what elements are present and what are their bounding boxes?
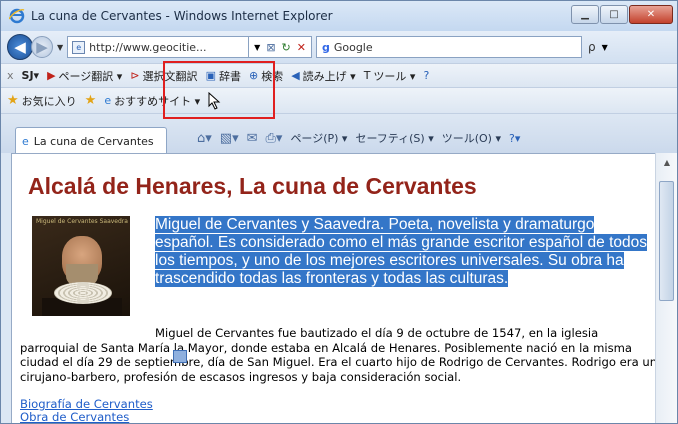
speaker-icon: ◀ (291, 69, 300, 82)
read-aloud-label: 読み上げ ▾ (302, 69, 356, 83)
forward-button[interactable]: ▶ (31, 36, 53, 58)
favorites-bar: ★ お気に入り ★ e おすすめサイト ▾ (1, 87, 677, 113)
page-menu[interactable]: ページ(P) ▾ (290, 130, 347, 146)
page-content: Alcalá de Henares, La cuna de Cervantes … (11, 153, 665, 424)
cervantes-portrait: Miguel de Cervantes Saavedra (32, 216, 130, 316)
scroll-up-icon[interactable]: ▲ (656, 153, 677, 171)
search-box[interactable]: g Google (315, 36, 582, 58)
page-translate-button[interactable]: ▶ ページ翻訳 ▾ (47, 68, 122, 84)
tools-button[interactable]: T ツール ▾ (364, 68, 416, 84)
ie-small-icon: e (104, 94, 112, 107)
tab-bar: e La cuna de Cervantes ⌂▾ ▧▾ ✉ ⎙▾ ページ(P)… (1, 113, 677, 154)
page-title: Alcalá de Henares, La cuna de Cervantes (28, 173, 477, 199)
command-bar: ⌂▾ ▧▾ ✉ ⎙▾ ページ(P) ▾ セーフティ(S) ▾ ツール(O) ▾ … (197, 130, 520, 146)
safety-menu[interactable]: セーフティ(S) ▾ (355, 130, 433, 146)
stop-icon[interactable]: ✕ (297, 41, 306, 54)
vertical-scrollbar[interactable]: ▲ (655, 153, 677, 423)
browser-window: La cuna de Cervantes - Windows Internet … (0, 0, 678, 424)
minimize-button[interactable]: ▁ (571, 5, 599, 24)
portrait-caption: Miguel de Cervantes Saavedra (36, 218, 128, 225)
read-aloud-button[interactable]: ◀ 読み上げ ▾ (291, 68, 356, 84)
scroll-thumb[interactable] (659, 181, 674, 301)
help-button[interactable]: ? (423, 69, 429, 82)
selected-text-content: Miguel de Cervantes y Saavedra. Poeta, n… (155, 216, 647, 287)
help-icon: ? (423, 69, 430, 82)
address-dropdown-icon[interactable]: ▼ (254, 43, 260, 52)
link-obra[interactable]: Obra de Cervantes (20, 411, 153, 424)
compatibility-icon[interactable]: ⊠ (266, 41, 275, 54)
translation-toolbar: x SJ▾ ▶ ページ翻訳 ▾ ⊳ 選択文翻訳 ▣ 辞書 ⊕ 検索 ◀ 読み上げ ▾ Tツ… (1, 63, 677, 87)
tools-label: ツール ▾ (373, 69, 416, 83)
tools-icon: T (363, 69, 371, 82)
google-logo-icon: g (321, 40, 330, 54)
highlight-callout-box (163, 61, 275, 119)
address-field[interactable]: e http://www.geocitie... (67, 36, 250, 58)
close-button[interactable]: ✕ (629, 5, 673, 24)
mouse-cursor-icon (208, 92, 221, 110)
translate-icon: ⊳ (130, 69, 140, 82)
page-translate-label: ページ翻訳 ▾ (58, 69, 123, 83)
favorites-label: お気に入り (21, 94, 77, 108)
translate-selection-icon[interactable] (173, 350, 187, 363)
home-icon[interactable]: ⌂▾ (197, 131, 212, 146)
title-bar: La cuna de Cervantes - Windows Internet … (1, 1, 677, 31)
mail-icon[interactable]: ✉ (247, 131, 258, 146)
sj-button[interactable]: SJ▾ (22, 69, 40, 82)
search-dropdown-icon[interactable]: ▼ (602, 43, 608, 52)
address-bar-row: ◀ ▶ ▼ e http://www.geocitie... ▼ ⊠ ↻ ✕ g… (1, 31, 677, 63)
back-button[interactable]: ◀ (7, 34, 33, 60)
feeds-icon[interactable]: ▧▾ (220, 131, 239, 146)
help-menu[interactable]: ?▾ (509, 132, 520, 145)
window-title: La cuna de Cervantes - Windows Internet … (31, 9, 333, 23)
ie-logo-icon (9, 8, 25, 24)
tab-label: La cuna de Cervantes (33, 134, 154, 148)
favorites-star-icon: ★ (7, 93, 19, 108)
print-icon[interactable]: ⎙▾ (266, 131, 283, 146)
search-icon[interactable]: ρ (588, 40, 596, 54)
page-icon: e (72, 40, 86, 54)
arrow-icon: ▶ (47, 69, 56, 82)
tools-menu[interactable]: ツール(O) ▾ (442, 130, 501, 146)
refresh-icon[interactable]: ↻ (282, 41, 291, 54)
body-paragraph: Miguel de Cervantes fue bautizado el día… (20, 326, 658, 384)
tab-ie-icon: e (22, 134, 29, 148)
search-engine-name: Google (333, 40, 373, 54)
selected-text[interactable]: Miguel de Cervantes y Saavedra. Poeta, n… (155, 216, 655, 288)
sj-label: SJ▾ (21, 69, 40, 82)
address-url: http://www.geocitie... (89, 40, 207, 54)
toolbar-close-button[interactable]: x (7, 69, 14, 82)
add-favorite-icon[interactable]: ★ (85, 93, 97, 108)
maximize-button[interactable]: □ (600, 5, 628, 24)
tab-la-cuna[interactable]: e La cuna de Cervantes (15, 127, 167, 154)
history-dropdown-icon[interactable]: ▼ (57, 43, 63, 52)
favorites-button[interactable]: ★ お気に入り (7, 93, 77, 109)
